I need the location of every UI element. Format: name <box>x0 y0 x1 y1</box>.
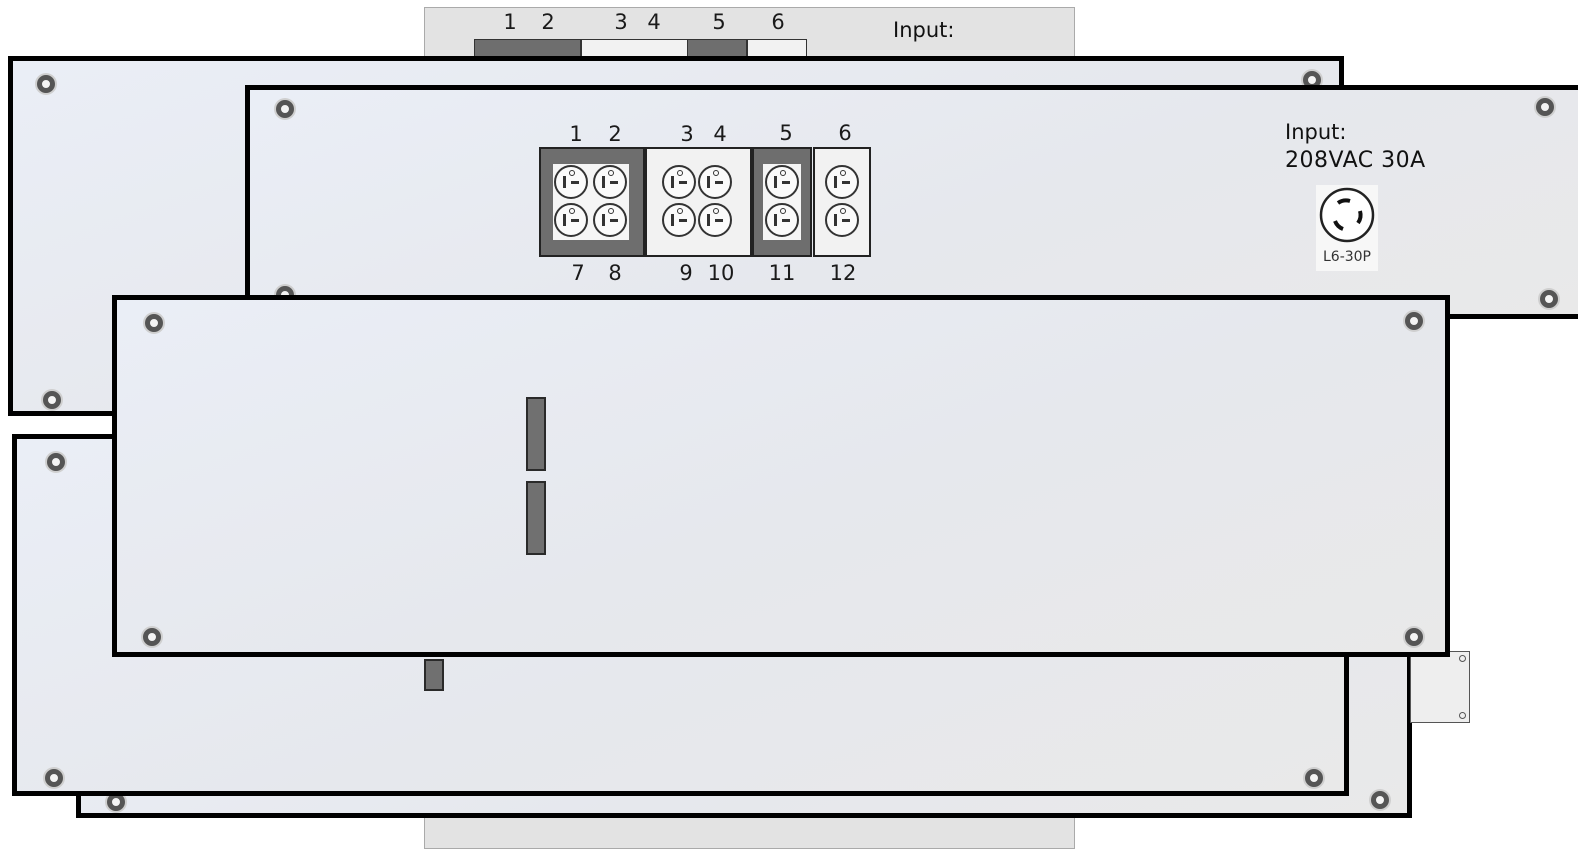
outlet-10-icon[interactable] <box>698 203 732 237</box>
outlet-8-icon[interactable] <box>593 203 627 237</box>
outlet-group-5-11 <box>752 147 812 257</box>
screw-icon <box>37 75 55 93</box>
front-blank-panel <box>112 295 1450 657</box>
outlet-9-icon[interactable] <box>662 203 696 237</box>
pdu-panel: 1 2 3 4 5 6 7 8 9 10 11 12 Input: 208VAC… <box>245 85 1578 319</box>
outlet-group-3-4-9-10 <box>645 147 752 257</box>
bracket-hole-icon <box>1459 655 1466 662</box>
screw-icon <box>1305 769 1323 787</box>
outlet-6-icon[interactable] <box>825 165 859 199</box>
screw-icon <box>1536 98 1554 116</box>
bg-outlet-label-4: 4 <box>647 10 661 34</box>
input-spec: 208VAC 30A <box>1285 148 1426 173</box>
connector-type-label: L6-30P <box>1322 249 1371 265</box>
outlet-4-icon[interactable] <box>698 165 732 199</box>
outlet-label-8: 8 <box>608 261 622 285</box>
side-bracket <box>1410 651 1470 723</box>
screw-icon <box>45 769 63 787</box>
twist-lock-plug-icon <box>1319 187 1375 243</box>
bg-outlet-label-5: 5 <box>712 10 726 34</box>
outlet-label-3: 3 <box>680 122 694 146</box>
outlet-label-10: 10 <box>707 261 735 285</box>
screw-icon <box>276 100 294 118</box>
screw-icon <box>43 391 61 409</box>
outlet-label-2: 2 <box>608 122 622 146</box>
outlet-label-11: 11 <box>768 261 796 285</box>
slot-marker <box>526 397 546 471</box>
bg-outlet-label-1: 1 <box>503 10 517 34</box>
bg-outlet-label-3: 3 <box>614 10 628 34</box>
screw-icon <box>1405 312 1423 330</box>
outlet-1-icon[interactable] <box>554 165 588 199</box>
outlet-label-7: 7 <box>571 261 585 285</box>
outlet-label-4: 4 <box>713 122 727 146</box>
screw-icon <box>1371 791 1389 809</box>
outlet-11-icon[interactable] <box>765 203 799 237</box>
outlet-3-icon[interactable] <box>662 165 696 199</box>
slot-marker <box>424 659 444 691</box>
l6-30p-connector: L6-30P <box>1316 185 1378 271</box>
bg-outlet-label-2: 2 <box>541 10 555 34</box>
outlet-12-icon[interactable] <box>825 203 859 237</box>
screw-icon <box>1540 290 1558 308</box>
outlet-label-1: 1 <box>569 122 583 146</box>
screw-icon <box>47 453 65 471</box>
bg-input-title: Input: <box>893 18 955 42</box>
outlet-label-6: 6 <box>838 121 852 145</box>
outlet-7-icon[interactable] <box>554 203 588 237</box>
outlet-group-1-2-7-8 <box>539 147 645 257</box>
outlet-label-12: 12 <box>829 261 857 285</box>
screw-icon <box>145 314 163 332</box>
bracket-hole-icon <box>1459 712 1466 719</box>
outlet-group-6-12 <box>813 147 871 257</box>
outlet-label-5: 5 <box>779 121 793 145</box>
outlet-label-9: 9 <box>679 261 693 285</box>
slot-marker <box>526 481 546 555</box>
outlet-2-icon[interactable] <box>593 165 627 199</box>
screw-icon <box>1405 628 1423 646</box>
outlet-5-icon[interactable] <box>765 165 799 199</box>
input-title: Input: <box>1285 120 1347 144</box>
bg-outlet-label-6: 6 <box>771 10 785 34</box>
screw-icon <box>143 628 161 646</box>
